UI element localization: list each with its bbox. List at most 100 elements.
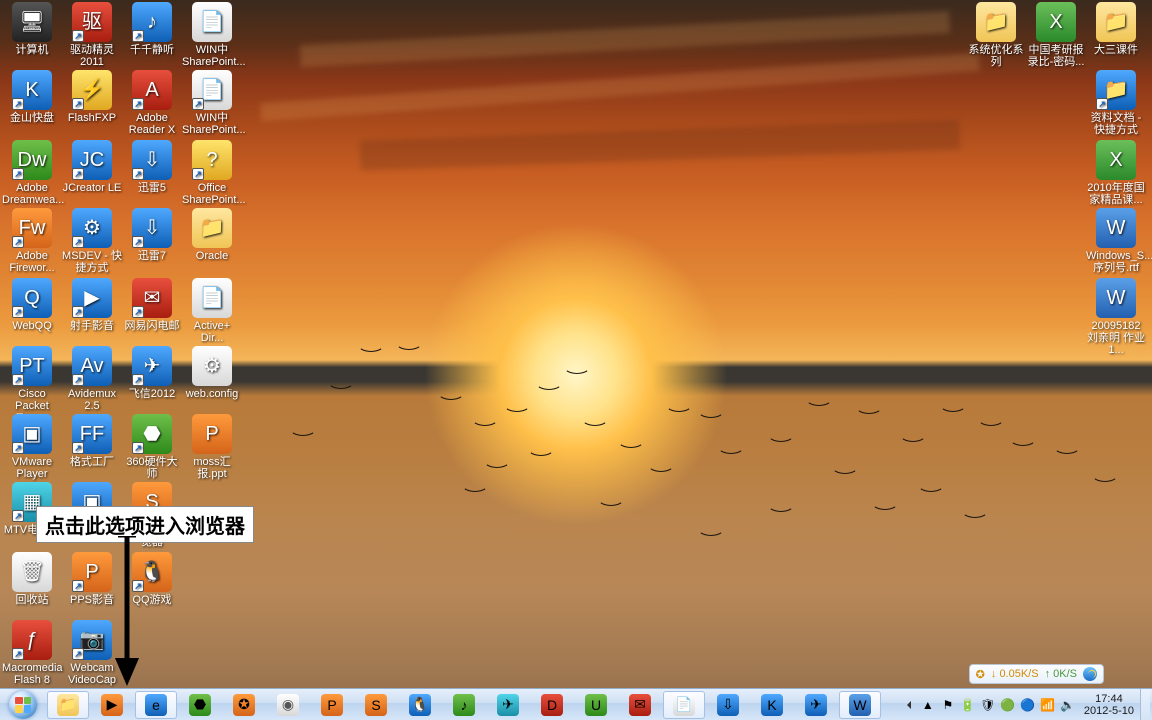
cloud-streak xyxy=(300,11,950,67)
tray-icon-2[interactable]: 🔋 xyxy=(960,697,976,713)
bird-silhouette: ︶ xyxy=(920,484,942,503)
callout-browser-hint: 点击此选项进入浏览器 xyxy=(36,506,254,543)
shortcut-overlay-icon: ↗ xyxy=(132,306,144,318)
icon-label: 资料文档 - 快捷方式 xyxy=(1086,112,1146,136)
taskbar-button-word-running[interactable]: 📄 xyxy=(663,691,705,719)
desktop-icon[interactable]: 📄WIN中SharePoint... xyxy=(182,2,242,68)
desktop-icon[interactable]: ?↗Office SharePoint... xyxy=(182,140,242,206)
taskbar-button-sogou[interactable]: S xyxy=(355,691,397,719)
netspeed-widget[interactable]: ✪ ↓ 0.05K/S ↑ 0K/S xyxy=(969,664,1104,684)
youdao-icon: D xyxy=(541,694,563,716)
taskbar-button-explorer[interactable]: 📁 xyxy=(47,691,89,719)
start-button[interactable] xyxy=(0,689,46,720)
desktop-icon[interactable]: PT↗Cisco Packet Tracer xyxy=(2,346,62,424)
bird-silhouette: ︶ xyxy=(398,342,420,361)
taskbar-button-music[interactable]: ♪ xyxy=(443,691,485,719)
desktop-icon[interactable]: 📁↗资料文档 - 快捷方式 xyxy=(1086,70,1146,136)
ie-icon xyxy=(1083,667,1097,681)
desktop-icon[interactable]: K↗金山快盘 xyxy=(2,70,62,124)
desktop-icon[interactable]: 🖥计算机 xyxy=(2,2,62,56)
uusee-icon: U xyxy=(585,694,607,716)
tray-icon-7[interactable]: 🔈 xyxy=(1060,697,1076,713)
tray-icon-3[interactable]: 🛡 xyxy=(980,697,996,713)
taskbar-button-chrome[interactable]: ◉ xyxy=(267,691,309,719)
icon-label: PPS影音 xyxy=(62,594,122,606)
desktop-icon[interactable]: ⚙web.config xyxy=(182,346,242,400)
desktop-icon[interactable]: P↗PPS影音 xyxy=(62,552,122,606)
icon-label: QQ游戏 xyxy=(122,594,182,606)
taskbar-button-youdao[interactable]: D xyxy=(531,691,573,719)
desktop-icon[interactable]: 🗑回收站 xyxy=(2,552,62,606)
taskbar-button-word[interactable]: W xyxy=(839,691,881,719)
bird-silhouette: ︶ xyxy=(770,434,792,453)
clock[interactable]: 17:442012-5-10 xyxy=(1078,693,1140,717)
taskbar-button-ie[interactable]: e xyxy=(135,691,177,719)
tray-icon-0[interactable]: ▲ xyxy=(920,697,936,713)
desktop-icon[interactable]: ▶↗射手影音 xyxy=(62,278,122,332)
tray-icon-1[interactable]: ⚑ xyxy=(940,697,956,713)
app-icon: Q↗ xyxy=(12,278,52,318)
desktop-icon[interactable]: Pmoss汇报.ppt xyxy=(182,414,242,480)
desktop-icon[interactable]: Dw↗Adobe Dreamwea... xyxy=(2,140,62,206)
desktop-icon[interactable]: W20095182 刘亲明 作业1... xyxy=(1086,278,1146,356)
taskbar-button-wmp[interactable]: ▶ xyxy=(91,691,133,719)
taskbar-button-bird[interactable]: ✈ xyxy=(795,691,837,719)
desktop-icon[interactable]: ⇩↗迅雷5 xyxy=(122,140,182,194)
desktop-icon[interactable]: ƒ↗Macromedia Flash 8 xyxy=(2,620,62,686)
desktop-icon[interactable]: 📁系统优化系列 xyxy=(966,2,1026,68)
desktop-icon[interactable]: 📁大三课件 xyxy=(1086,2,1146,56)
desktop[interactable]: ︶︶︶︶︶︶︶︶︶︶︶︶︶︶︶︶︶︶︶︶︶︶︶︶︶︶︶︶︶︶︶︶︶︶ 🖥计算机K… xyxy=(0,0,1152,720)
tray-icon-5[interactable]: 🔵 xyxy=(1020,697,1036,713)
desktop-icon[interactable]: ⬣↗360硬件大师 xyxy=(122,414,182,480)
desktop-icon[interactable]: X2010年度国家精品课... xyxy=(1086,140,1146,206)
desktop-icon[interactable]: ⇩↗迅雷7 xyxy=(122,208,182,262)
desktop-icon[interactable]: WWindows_S...序列号.rtf xyxy=(1086,208,1146,274)
app-icon: ▣↗ xyxy=(12,414,52,454)
taskbar-button-360[interactable]: ⬣ xyxy=(179,691,221,719)
desktop-icon[interactable]: 📁Oracle xyxy=(182,208,242,262)
desktop-icon[interactable]: 驱↗驱动精灵2011 xyxy=(62,2,122,68)
taskbar-button-qq[interactable]: 🐧 xyxy=(399,691,441,719)
bird-silhouette: ︶ xyxy=(530,448,552,467)
taskbar-button-ppt[interactable]: P xyxy=(311,691,353,719)
desktop-icon[interactable]: Av↗Avidemux 2.5 xyxy=(62,346,122,412)
desktop-icon[interactable]: Q↗WebQQ xyxy=(2,278,62,332)
tray-expand-icon[interactable] xyxy=(900,697,916,713)
show-desktop-button[interactable] xyxy=(1140,689,1150,720)
taskbar-button-thunder[interactable]: ⇩ xyxy=(707,691,749,719)
taskbar-button-360safe[interactable]: ✪ xyxy=(223,691,265,719)
taskbar-button-feixin[interactable]: ✈ xyxy=(487,691,529,719)
desktop-icon[interactable]: 📄Active+ Dir... xyxy=(182,278,242,344)
desktop-icon[interactable]: ▣↗VMware Player xyxy=(2,414,62,480)
taskbar-button-mail[interactable]: ✉ xyxy=(619,691,661,719)
app-icon: 📁 xyxy=(1096,2,1136,42)
desktop-icon[interactable]: ⚡↗FlashFXP xyxy=(62,70,122,124)
icon-label: WIN中SharePoint... xyxy=(182,112,242,136)
bird-silhouette: ︶ xyxy=(1056,446,1078,465)
shortcut-overlay-icon: ↗ xyxy=(192,98,204,110)
desktop-icon[interactable]: A↗Adobe Reader X xyxy=(122,70,182,136)
desktop-icon[interactable]: 📄↗WIN中SharePoint... xyxy=(182,70,242,136)
desktop-icon[interactable]: 🐧↗QQ游戏 xyxy=(122,552,182,606)
bird-silhouette: ︶ xyxy=(942,404,964,423)
shortcut-overlay-icon: ↗ xyxy=(192,168,204,180)
desktop-icon[interactable]: X中国考研报录比-密码... xyxy=(1026,2,1086,68)
tray-icon-6[interactable]: 📶 xyxy=(1040,697,1056,713)
app-icon: ✈↗ xyxy=(132,346,172,386)
app-icon: X xyxy=(1096,140,1136,180)
taskbar-button-uusee[interactable]: U xyxy=(575,691,617,719)
desktop-icon[interactable]: 📷↗Webcam VideoCap xyxy=(62,620,122,686)
taskbar: 📁▶e⬣✪◉PS🐧♪✈DU✉📄⇩K✈W ▲⚑🔋🛡🟢🔵📶🔈 17:442012-5… xyxy=(0,688,1152,720)
desktop-icon[interactable]: ✈↗飞信2012 xyxy=(122,346,182,400)
app-icon: X xyxy=(1036,2,1076,42)
taskbar-button-kuaipan[interactable]: K xyxy=(751,691,793,719)
desktop-icon[interactable]: Fw↗Adobe Firewor... xyxy=(2,208,62,274)
app-icon: W xyxy=(1096,208,1136,248)
desktop-icon[interactable]: ♪↗千千静听 xyxy=(122,2,182,56)
desktop-icon[interactable]: ⚙↗MSDEV - 快捷方式 xyxy=(62,208,122,274)
icon-label: Webcam VideoCap xyxy=(62,662,122,686)
desktop-icon[interactable]: JC↗JCreator LE xyxy=(62,140,122,194)
tray-icon-4[interactable]: 🟢 xyxy=(1000,697,1016,713)
desktop-icon[interactable]: FF↗格式工厂 xyxy=(62,414,122,468)
desktop-icon[interactable]: ✉↗网易闪电邮 xyxy=(122,278,182,332)
